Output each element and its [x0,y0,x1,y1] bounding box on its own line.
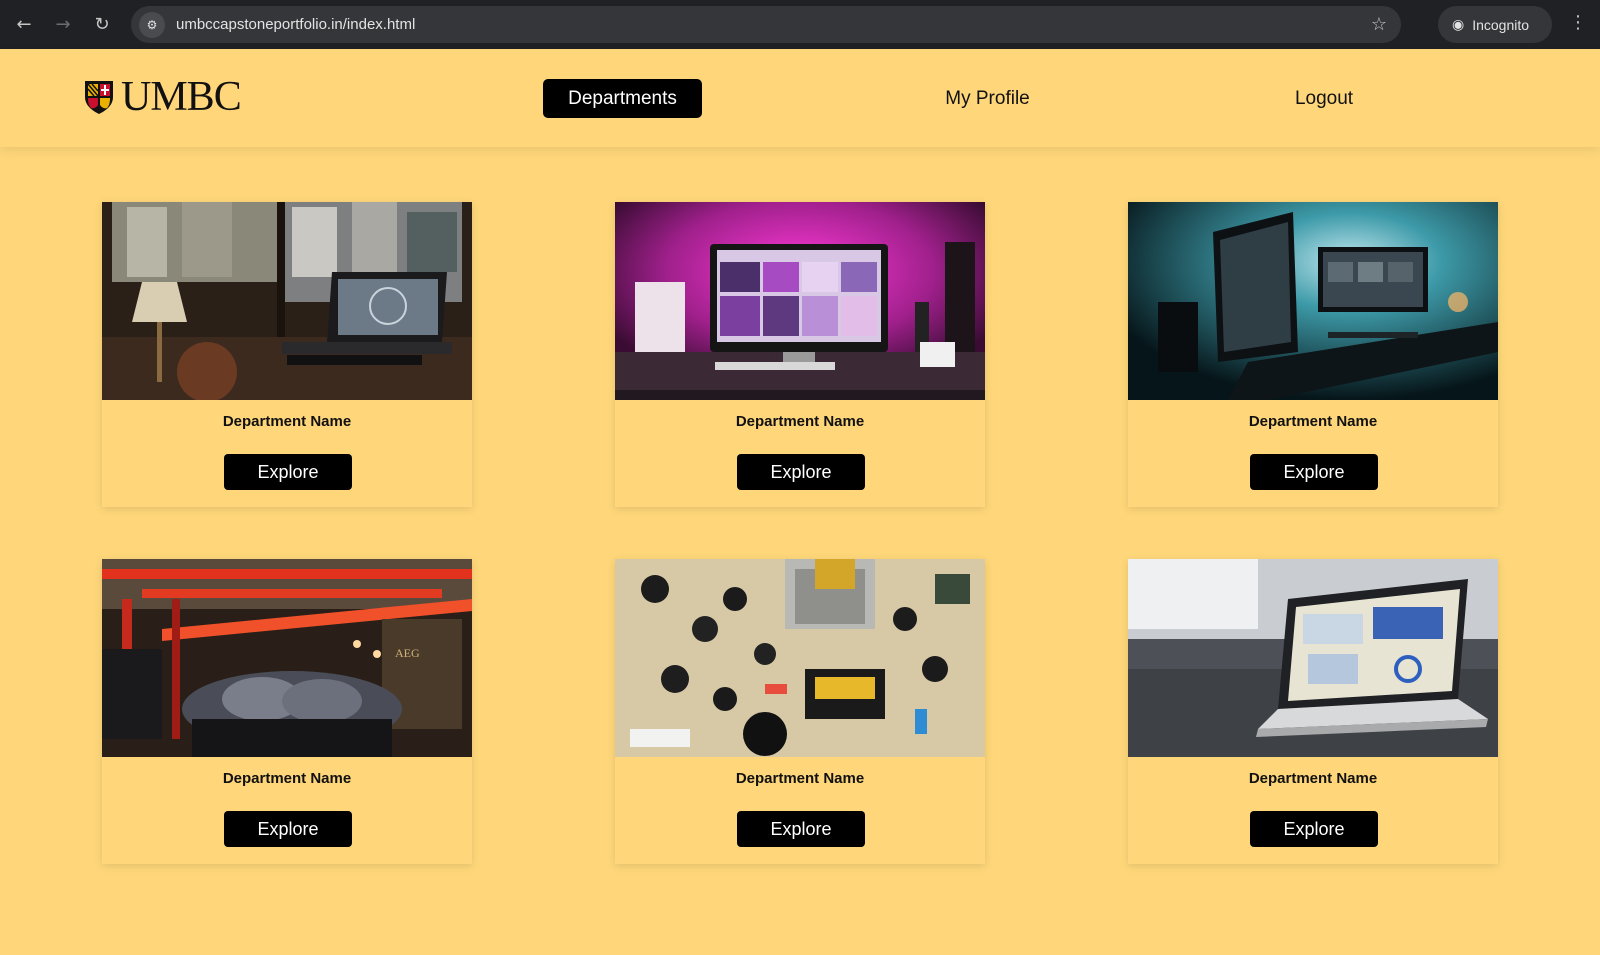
department-card: Department Name Explore [1128,559,1498,864]
incognito-icon: ◉ [1452,16,1465,32]
explore-button[interactable]: Explore [737,811,865,847]
department-card: Department Name Explore [102,202,472,507]
site-info-icon[interactable]: ⚙ [139,11,165,38]
department-card: AEG Department Name Explore [102,559,472,864]
explore-button[interactable]: Explore [1250,454,1378,490]
umbc-logo[interactable]: UMBC [83,74,242,120]
reload-icon[interactable]: ↻ [84,7,120,43]
department-name: Department Name [222,770,352,787]
department-image [102,202,472,400]
site-header: UMBC Departments My Profile Logout [0,49,1600,147]
department-name: Department Name [735,770,865,787]
department-name: Department Name [735,413,865,430]
department-card: Department Name Explore [615,559,985,864]
nav-departments[interactable]: Departments [543,79,702,118]
department-image [1128,559,1498,757]
explore-button[interactable]: Explore [1250,811,1378,847]
explore-button[interactable]: Explore [737,454,865,490]
department-name: Department Name [1248,770,1378,787]
explore-button[interactable]: Explore [224,811,352,847]
logo-text: UMBC [121,74,242,120]
department-image [615,202,985,400]
browser-toolbar: ← → ↻ ⚙ umbccapstoneportfolio.in/index.h… [0,0,1600,49]
incognito-badge[interactable]: ◉ Incognito [1438,6,1552,43]
department-card: Department Name Explore [615,202,985,507]
back-arrow-icon[interactable]: ← [6,7,42,43]
star-icon[interactable]: ☆ [1371,14,1387,35]
url-text[interactable]: umbccapstoneportfolio.in/index.html [176,16,415,33]
department-image [615,559,985,757]
nav-logout[interactable]: Logout [1284,79,1364,118]
explore-button[interactable]: Explore [224,454,352,490]
svg-text:AEG: AEG [395,646,420,660]
address-bar[interactable]: ⚙ umbccapstoneportfolio.in/index.html ☆ [131,6,1401,43]
nav-my-profile[interactable]: My Profile [930,79,1045,118]
department-name: Department Name [222,413,352,430]
department-image: AEG [102,559,472,757]
forward-arrow-icon[interactable]: → [45,7,81,43]
kebab-menu-icon[interactable]: ⋮ [1568,12,1588,33]
department-name: Department Name [1248,413,1378,430]
shield-icon [85,81,113,114]
incognito-label: Incognito [1472,16,1530,33]
department-card: Department Name Explore [1128,202,1498,507]
department-image [1128,202,1498,400]
